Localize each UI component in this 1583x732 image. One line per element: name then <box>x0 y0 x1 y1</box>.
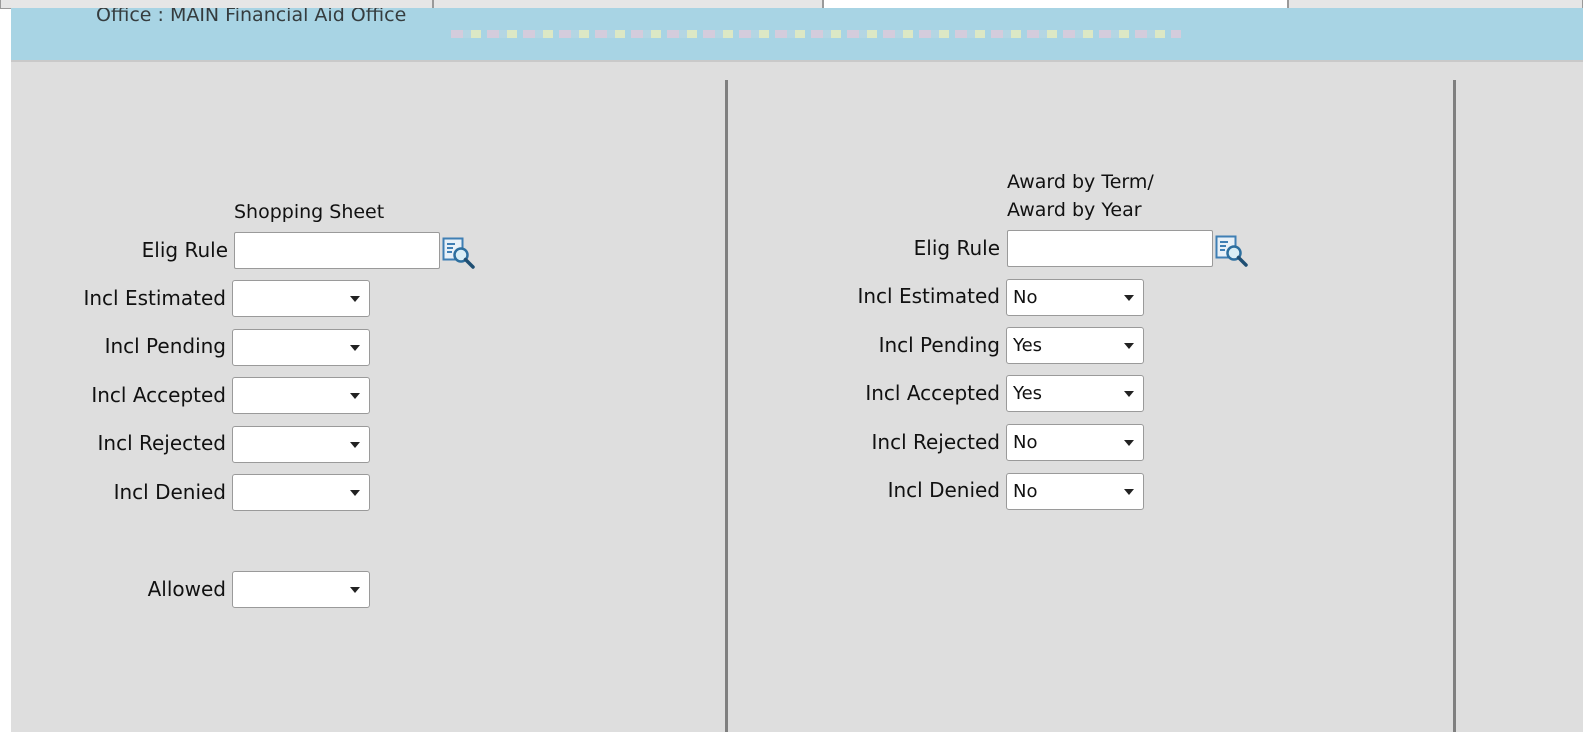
award-elig-rule-input[interactable] <box>1007 230 1213 267</box>
award-header-line2: Award by Year <box>1007 199 1142 221</box>
lookup-search-icon[interactable] <box>442 236 476 270</box>
award-incl-accepted-value: Yes <box>1013 383 1043 404</box>
award-incl-estimated-select[interactable]: No <box>1006 279 1144 316</box>
panel-divider <box>725 80 728 732</box>
incl-denied-label: Incl Denied <box>113 480 226 504</box>
elig-rule-input[interactable] <box>234 232 440 269</box>
lookup-search-icon[interactable] <box>1215 234 1249 268</box>
chevron-down-icon <box>350 490 360 496</box>
chevron-down-icon <box>1124 391 1134 397</box>
panel-divider-right <box>1453 80 1456 732</box>
award-incl-denied-label: Incl Denied <box>887 478 1000 502</box>
award-incl-rejected-value: No <box>1013 432 1038 453</box>
incl-accepted-select[interactable] <box>232 377 370 414</box>
chevron-down-icon <box>1124 489 1134 495</box>
chevron-down-icon <box>1124 343 1134 349</box>
incl-rejected-select[interactable] <box>232 426 370 463</box>
office-banner-text: Office : MAIN Financial Aid Office <box>96 8 407 26</box>
incl-rejected-label: Incl Rejected <box>97 431 227 455</box>
award-incl-denied-value: No <box>1013 481 1038 502</box>
chevron-down-icon <box>1124 440 1134 446</box>
allowed-select[interactable] <box>232 571 370 608</box>
chevron-down-icon <box>1124 295 1134 301</box>
office-banner: Office : MAIN Financial Aid Office <box>11 8 1583 62</box>
award-incl-estimated-label: Incl Estimated <box>857 284 1000 308</box>
allowed-label: Allowed <box>147 577 226 601</box>
award-incl-accepted-select[interactable]: Yes <box>1006 375 1144 412</box>
elig-rule-label: Elig Rule <box>141 238 228 262</box>
award-incl-pending-select[interactable]: Yes <box>1006 327 1144 364</box>
award-incl-rejected-label: Incl Rejected <box>871 430 1001 454</box>
chevron-down-icon <box>350 345 360 351</box>
award-elig-rule-label: Elig Rule <box>913 236 1000 260</box>
chevron-down-icon <box>350 393 360 399</box>
award-incl-rejected-select[interactable]: No <box>1006 424 1144 461</box>
award-incl-denied-select[interactable]: No <box>1006 473 1144 510</box>
banner-rendering-artifact <box>451 30 1181 38</box>
incl-accepted-label: Incl Accepted <box>91 383 226 407</box>
incl-estimated-label: Incl Estimated <box>83 286 226 310</box>
award-incl-estimated-value: No <box>1013 287 1038 308</box>
award-incl-pending-label: Incl Pending <box>878 333 1000 357</box>
incl-estimated-select[interactable] <box>232 280 370 317</box>
incl-pending-label: Incl Pending <box>104 334 226 358</box>
chevron-down-icon <box>350 296 360 302</box>
award-incl-accepted-label: Incl Accepted <box>865 381 1000 405</box>
award-incl-pending-value: Yes <box>1013 335 1043 356</box>
chevron-down-icon <box>350 442 360 448</box>
incl-pending-select[interactable] <box>232 329 370 366</box>
shopping-sheet-header: Shopping Sheet <box>234 201 385 223</box>
chevron-down-icon <box>350 587 360 593</box>
incl-denied-select[interactable] <box>232 474 370 511</box>
award-header-line1: Award by Term/ <box>1007 171 1154 193</box>
